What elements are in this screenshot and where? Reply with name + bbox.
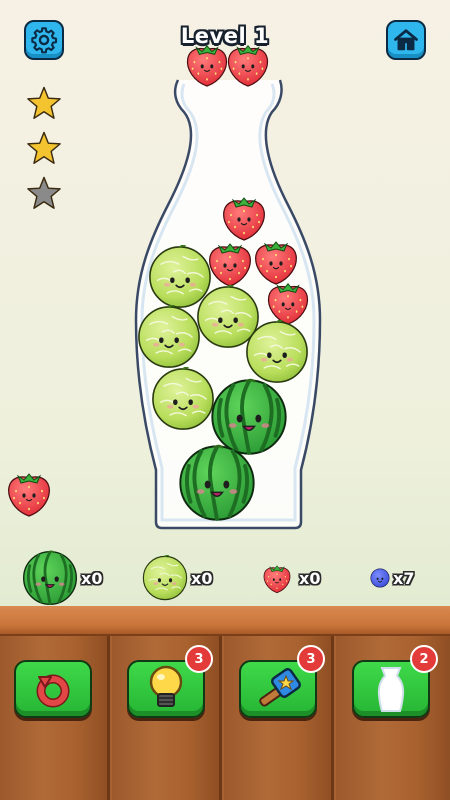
watermelon-count: x0 [81, 569, 103, 588]
wooden-table-edge [0, 606, 450, 636]
fruit-melon [245, 320, 309, 384]
fruit-melon [151, 367, 215, 431]
hammer-icon [259, 668, 301, 707]
fruit-watermelon [178, 444, 256, 522]
strawberry-count: x0 [299, 569, 321, 588]
undo-icon [36, 674, 70, 708]
strawberry-counter-icon [261, 562, 293, 594]
fruit-melon [137, 305, 201, 369]
bottle-badge: 2 [410, 645, 438, 673]
side-fruit-strawberry [8, 473, 50, 517]
melon-count: x0 [191, 569, 213, 588]
blueberry-count: x7 [393, 569, 415, 588]
fruit-melon [148, 245, 212, 309]
hammer-badge: 3 [297, 645, 325, 673]
hint-badge: 3 [185, 645, 213, 673]
blueberry-counter-icon [370, 568, 390, 588]
lightbulb-icon [149, 665, 183, 707]
game-field[interactable] [0, 0, 450, 600]
undo-button[interactable] [14, 660, 92, 718]
melon-counter-icon [142, 555, 188, 601]
bottle-icon [377, 667, 405, 712]
fruit-watermelon [210, 378, 288, 456]
fruit-melon [196, 285, 260, 349]
watermelon-counter-icon [22, 550, 78, 606]
